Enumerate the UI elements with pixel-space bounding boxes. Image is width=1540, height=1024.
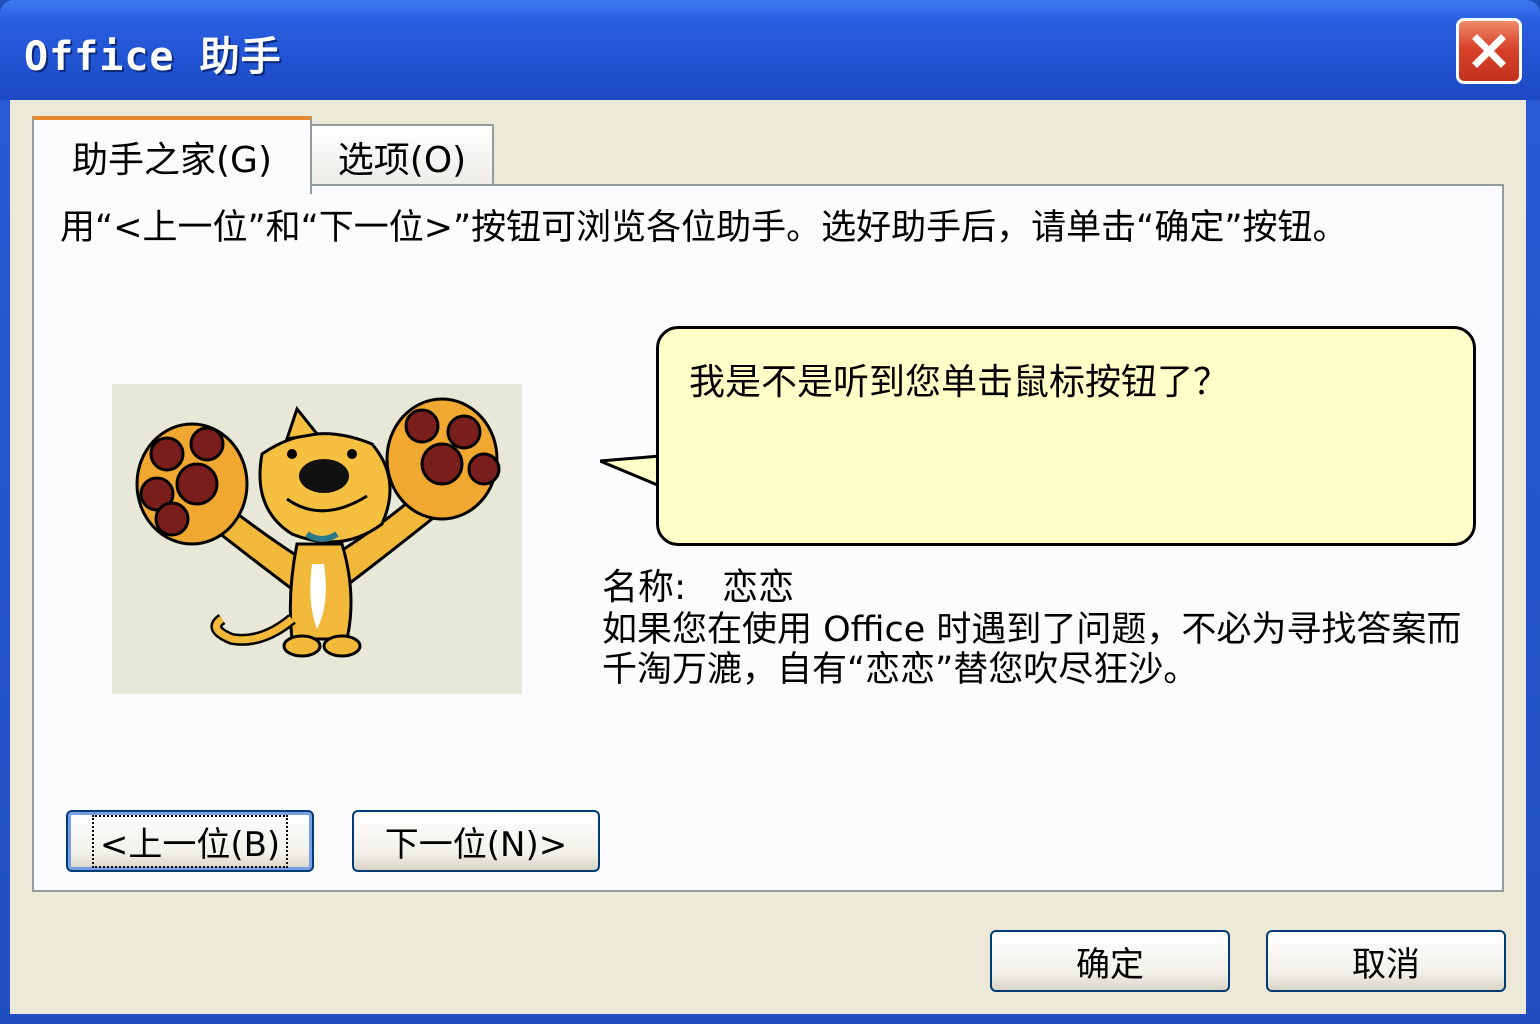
instructions-text: 用“<上一位”和“下一位>”按钮可浏览各位助手。选好助手后，请单击“确定”按钮。 — [60, 208, 1348, 248]
previous-assistant-button[interactable]: <上一位(B) — [66, 810, 314, 872]
close-icon — [1472, 34, 1506, 68]
tab-options[interactable]: 选项(O) — [310, 124, 494, 188]
close-button[interactable] — [1456, 18, 1522, 84]
assistant-name-line: 名称: 恋恋 — [602, 558, 794, 610]
button-label: 取消 — [1352, 944, 1420, 985]
next-assistant-button[interactable]: 下一位(N)> — [352, 810, 600, 872]
speech-bubble-text: 我是不是听到您单击鼠标按钮了？ — [689, 362, 1230, 403]
button-label: 确定 — [1076, 944, 1144, 985]
assistant-name-value: 恋恋 — [722, 567, 795, 608]
cancel-button[interactable]: 取消 — [1266, 930, 1506, 992]
dialog-window: Office 助手 助手之家(G) 选项(O) 用“<上一位”和“下一位>”按钮… — [0, 0, 1540, 1024]
ok-button[interactable]: 确定 — [990, 930, 1230, 992]
tab-label: 助手之家(G) — [72, 140, 272, 181]
cat-assistant-image — [112, 384, 522, 694]
dialog-client-area: 助手之家(G) 选项(O) 用“<上一位”和“下一位>”按钮可浏览各位助手。选好… — [10, 100, 1526, 1014]
button-label: 下一位(N)> — [384, 824, 568, 865]
assistant-description: 如果您在使用 Office 时遇到了问题，不必为寻找答案而千淘万漉，自有“恋恋”… — [602, 610, 1462, 690]
window-title: Office 助手 — [24, 34, 282, 80]
tab-label: 选项(O) — [337, 140, 467, 181]
assistant-gallery-panel: 用“<上一位”和“下一位>”按钮可浏览各位助手。选好助手后，请单击“确定”按钮。 — [32, 184, 1504, 892]
tab-assistant-home[interactable]: 助手之家(G) — [32, 116, 312, 194]
speech-bubble-body: 我是不是听到您单击鼠标按钮了？ — [656, 326, 1476, 546]
name-label: 名称: — [602, 567, 687, 608]
button-label: <上一位(B) — [91, 814, 289, 868]
speech-bubble: 我是不是听到您单击鼠标按钮了？ — [600, 326, 1480, 566]
title-bar[interactable]: Office 助手 — [0, 0, 1540, 100]
